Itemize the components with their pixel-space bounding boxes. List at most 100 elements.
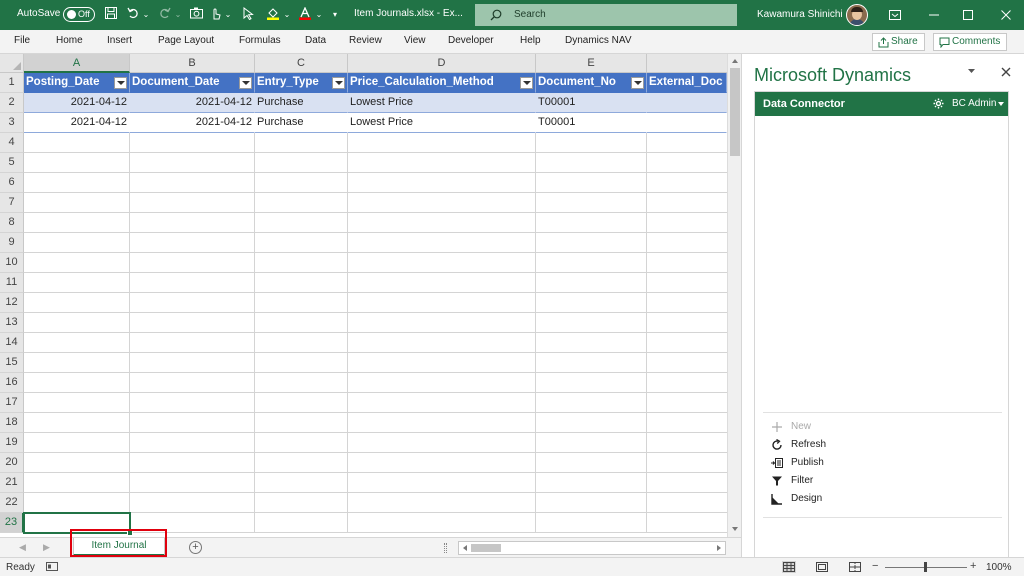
scroll-down-icon[interactable] <box>730 524 740 534</box>
close-window-icon[interactable] <box>989 0 1024 30</box>
filter-dropdown-icon[interactable] <box>114 77 127 89</box>
row-header-18[interactable]: 18 <box>0 413 24 433</box>
filter-dropdown-icon[interactable] <box>631 77 644 89</box>
avatar[interactable] <box>846 4 868 26</box>
row-header-23[interactable]: 23 <box>0 513 24 533</box>
sheet-nav-prev-icon[interactable]: ◀ <box>19 542 26 553</box>
zoom-in-button[interactable]: + <box>970 560 976 572</box>
column-header-f[interactable] <box>647 54 737 73</box>
vertical-scrollbar[interactable] <box>727 54 741 537</box>
normal-view-icon[interactable] <box>782 561 796 573</box>
touch-dropdown-icon[interactable]: ⌄ <box>223 5 233 25</box>
row-header-11[interactable]: 11 <box>0 273 24 293</box>
zoom-level[interactable]: 100% <box>986 562 1012 573</box>
row-header-19[interactable]: 19 <box>0 433 24 453</box>
table-cell[interactable]: Lowest Price <box>348 93 536 113</box>
row-header-3[interactable]: 3 <box>0 113 24 133</box>
row-header-13[interactable]: 13 <box>0 313 24 333</box>
table-cell[interactable]: Purchase <box>255 113 348 133</box>
select-pointer-icon[interactable] <box>240 5 256 25</box>
font-color-dropdown-icon[interactable]: ⌄ <box>314 5 324 25</box>
row-header-6[interactable]: 6 <box>0 173 24 193</box>
horizontal-scroll-thumb[interactable] <box>471 544 501 552</box>
user-dropdown-icon[interactable] <box>998 102 1004 106</box>
table-cell[interactable]: T00001 <box>536 113 647 133</box>
comments-button[interactable]: Comments <box>933 33 1008 51</box>
table-header-cell[interactable]: External_Doc <box>647 73 727 93</box>
tab-split-handle[interactable] <box>444 543 447 553</box>
row-header-21[interactable]: 21 <box>0 473 24 493</box>
row-header-20[interactable]: 20 <box>0 453 24 473</box>
pane-close-icon[interactable] <box>1001 67 1011 77</box>
row-header-9[interactable]: 9 <box>0 233 24 253</box>
row-header-22[interactable]: 22 <box>0 493 24 513</box>
table-cell[interactable]: 2021-04-12 <box>130 113 255 133</box>
row-header-5[interactable]: 5 <box>0 153 24 173</box>
connector-user[interactable]: BC Admin <box>952 98 996 109</box>
scroll-up-icon[interactable] <box>730 56 740 66</box>
tab-data[interactable]: Data <box>305 35 326 46</box>
tab-developer[interactable]: Developer <box>448 35 494 46</box>
share-button[interactable]: Share <box>872 33 925 51</box>
tab-formulas[interactable]: Formulas <box>239 35 281 46</box>
undo-icon[interactable] <box>125 5 141 25</box>
fill-color-icon[interactable] <box>265 5 281 25</box>
table-cell[interactable]: Purchase <box>255 93 348 113</box>
column-header-d[interactable]: D <box>348 54 536 73</box>
minimize-icon[interactable] <box>917 0 952 30</box>
scroll-right-icon[interactable] <box>715 544 723 552</box>
scroll-left-icon[interactable] <box>461 544 469 552</box>
tab-view[interactable]: View <box>404 35 426 46</box>
autosave-toggle[interactable]: Off <box>63 7 95 22</box>
row-header-7[interactable]: 7 <box>0 193 24 213</box>
worksheet-grid[interactable]: A B C D E 1 2 3 4 5 6 7 8 9 10 11 12 13 … <box>0 54 741 537</box>
row-header-16[interactable]: 16 <box>0 373 24 393</box>
font-color-icon[interactable] <box>297 5 313 25</box>
table-header-cell[interactable]: Entry_Type <box>255 73 348 93</box>
zoom-slider-thumb[interactable] <box>924 562 927 572</box>
tab-insert[interactable]: Insert <box>107 35 132 46</box>
table-cell[interactable]: 2021-04-12 <box>24 113 130 133</box>
customize-toolbar-icon[interactable]: ▾ <box>330 5 340 25</box>
horizontal-scrollbar[interactable] <box>458 541 726 555</box>
filter-dropdown-icon[interactable] <box>332 77 345 89</box>
user-name[interactable]: Kawamura Shinichi <box>757 9 843 20</box>
gear-icon[interactable] <box>933 98 944 109</box>
table-cell[interactable] <box>647 93 727 113</box>
table-cell[interactable]: 2021-04-12 <box>24 93 130 113</box>
search-box[interactable]: Search <box>475 4 737 26</box>
table-cell[interactable]: Lowest Price <box>348 113 536 133</box>
row-header-8[interactable]: 8 <box>0 213 24 233</box>
tab-page-layout[interactable]: Page Layout <box>158 35 214 46</box>
sheet-nav-next-icon[interactable]: ▶ <box>43 542 50 553</box>
table-header-cell[interactable]: Document_No <box>536 73 647 93</box>
column-header-e[interactable]: E <box>536 54 647 73</box>
maximize-icon[interactable] <box>951 0 986 30</box>
table-header-cell[interactable]: Posting_Date <box>24 73 130 93</box>
touch-mode-icon[interactable] <box>208 5 224 25</box>
tab-review[interactable]: Review <box>349 35 382 46</box>
vertical-scroll-thumb[interactable] <box>730 68 740 156</box>
row-header-12[interactable]: 12 <box>0 293 24 313</box>
column-header-a[interactable]: A <box>24 54 130 73</box>
row-header-15[interactable]: 15 <box>0 353 24 373</box>
fill-color-dropdown-icon[interactable]: ⌄ <box>282 5 292 25</box>
zoom-out-button[interactable]: − <box>872 560 878 572</box>
row-header-14[interactable]: 14 <box>0 333 24 353</box>
tab-help[interactable]: Help <box>520 35 541 46</box>
redo-icon[interactable] <box>157 5 173 25</box>
column-header-c[interactable]: C <box>255 54 348 73</box>
redo-dropdown-icon[interactable]: ⌄ <box>173 5 183 25</box>
tab-home[interactable]: Home <box>56 35 83 46</box>
add-sheet-icon[interactable]: + <box>189 541 202 554</box>
column-header-b[interactable]: B <box>130 54 255 73</box>
row-header-1[interactable]: 1 <box>0 73 24 93</box>
page-layout-view-icon[interactable] <box>815 561 829 573</box>
tab-file[interactable]: File <box>14 35 30 46</box>
table-cell[interactable] <box>647 113 727 133</box>
filter-dropdown-icon[interactable] <box>239 77 252 89</box>
table-cell[interactable]: 2021-04-12 <box>130 93 255 113</box>
row-header-17[interactable]: 17 <box>0 393 24 413</box>
filter-dropdown-icon[interactable] <box>520 77 533 89</box>
page-break-preview-icon[interactable] <box>848 561 862 573</box>
